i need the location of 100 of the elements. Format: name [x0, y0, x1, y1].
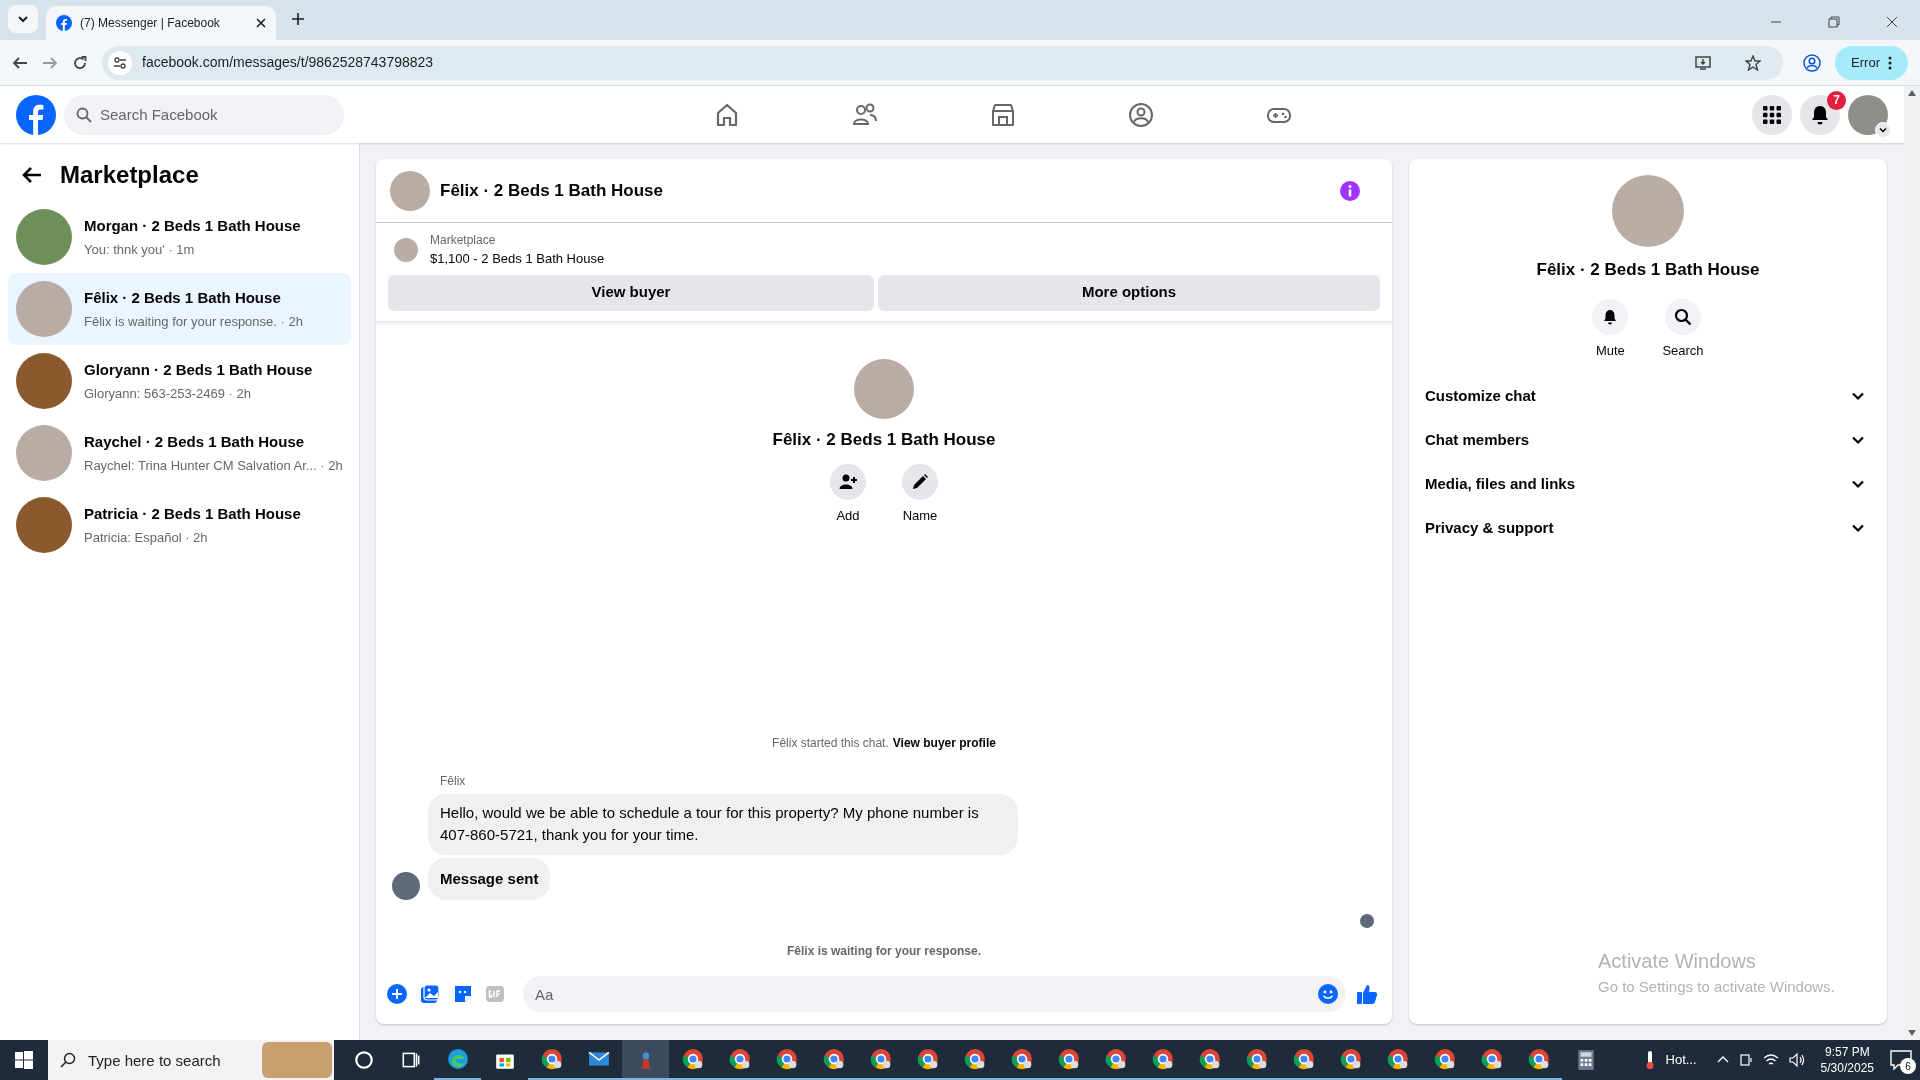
activation-title: Activate Windows [1598, 949, 1757, 974]
facebook-logo-icon [16, 94, 56, 135]
browser-icon [963, 1048, 986, 1070]
notification-count: 6 [1900, 1058, 1916, 1074]
sender-name: Fêlix [440, 772, 466, 790]
conversation-name: Raychel · 2 Beds 1 Bath House [84, 431, 306, 452]
conversation-name: Morgan · 2 Beds 1 Bath House [84, 215, 301, 236]
profile-error-button[interactable]: Error [1835, 45, 1908, 80]
plus-icon [291, 12, 305, 26]
more-vertical-icon [1888, 55, 1892, 70]
address-bar[interactable]: facebook.com/messages/t/9862528743798823 [102, 45, 1784, 80]
bell-icon [1810, 104, 1830, 125]
search-field[interactable]: Search Facebook [64, 94, 344, 135]
search-icon [60, 1052, 76, 1068]
weather-text: Hot... [1665, 1051, 1697, 1070]
browser-icon [1198, 1048, 1221, 1070]
conversation-item[interactable]: Morgan · 2 Beds 1 Bath House You: thnk you' · 1m [8, 201, 351, 273]
photo-icon [420, 984, 440, 1004]
browser-icon [822, 1048, 845, 1070]
browser-icon [1057, 1048, 1080, 1070]
conversation-item[interactable]: Gloryann · 2 Beds 1 Bath House Gloryann: 563-253-2469 · 2h [8, 345, 351, 417]
sidebar-title: Marketplace [60, 160, 199, 190]
tab-search-button[interactable] [8, 5, 38, 33]
photo-placeholder [392, 872, 420, 900]
details-action-button[interactable] [1592, 298, 1629, 335]
conversation-name: Patricia · 2 Beds 1 Bath House [84, 503, 301, 524]
forward-arrow-icon [42, 54, 58, 71]
browser-icon [869, 1048, 892, 1070]
message-input[interactable]: Aa [523, 976, 1346, 1012]
chevron-down-icon [17, 13, 29, 25]
activation-subtitle: Go to Settings to activate Windows. [1598, 977, 1835, 997]
conversation-preview: You: thnk you' · 1m [84, 241, 196, 259]
action-label: Mute [1595, 341, 1625, 360]
browser-icon [916, 1048, 939, 1070]
menu-button[interactable] [1752, 94, 1792, 135]
tab-title: (7) Messenger | Facebook [80, 15, 221, 32]
conversation-name: Gloryann · 2 Beds 1 Bath House [84, 359, 313, 380]
details-title: Fêlix · 2 Beds 1 Bath House [1536, 259, 1760, 281]
browser-icon [728, 1048, 751, 1070]
site-settings-icon [113, 55, 127, 70]
url-text: facebook.com/messages/t/9862528743798823 [142, 53, 435, 72]
notifications-icon [1890, 1050, 1912, 1070]
browser-icon [1245, 1048, 1268, 1070]
action-label: Name [902, 507, 938, 525]
search-icon [76, 106, 92, 123]
star-icon [1745, 54, 1762, 71]
windows-logo-icon [15, 1051, 33, 1069]
conversation-item[interactable]: Fêlix · 2 Beds 1 Bath House Fêlix is waiting for your response. · 2h [8, 273, 351, 345]
pencil-icon [911, 473, 929, 491]
intro-title: Fêlix · 2 Beds 1 Bath House [772, 428, 996, 451]
browser-icon [775, 1048, 798, 1070]
browser-icon [1010, 1048, 1033, 1070]
action-button[interactable]: More options [878, 274, 1380, 311]
action-label: Search [1662, 341, 1704, 360]
browser-icon [1433, 1048, 1456, 1070]
avatar[interactable] [1848, 94, 1888, 135]
close-icon [256, 18, 266, 28]
conversation-preview: Fêlix is waiting for your response. · 2h [84, 313, 303, 331]
waiting-text: Fêlix is waiting for your response. [786, 943, 981, 960]
details-action-button[interactable] [1665, 298, 1701, 335]
conversation-item[interactable]: Raychel · 2 Beds 1 Bath House Raychel: Trina Hunter CM Salvation Ar... · 2h [8, 417, 351, 489]
browser-icon [540, 1048, 563, 1070]
thumbs-up-icon [1356, 983, 1378, 1005]
groups-icon [1127, 100, 1155, 129]
clock-date: 5/30/2025 [1820, 1060, 1874, 1076]
conversation-item[interactable]: Patricia · 2 Beds 1 Bath House Patricia: Español · 2h [8, 489, 351, 561]
circle-icon [352, 1049, 375, 1071]
scroll-up-icon [1908, 90, 1916, 96]
scroll-down-icon [1908, 1030, 1916, 1036]
bell-icon [1602, 308, 1619, 325]
sticker-icon [453, 984, 473, 1004]
intro-action-button[interactable] [830, 464, 866, 500]
facebook-logo-icon [56, 15, 72, 31]
listing-title: $1,100 - 2 Beds 1 Bath House [430, 250, 605, 268]
notifications-button[interactable] [1800, 94, 1840, 135]
photo-placeholder [394, 237, 418, 262]
browser-icon [681, 1048, 704, 1070]
plus-icon [387, 984, 407, 1004]
message-bubble: Message sent [428, 857, 551, 900]
browser-icon [1386, 1048, 1409, 1070]
browser-icon [1480, 1048, 1503, 1070]
info-icon [1340, 180, 1360, 201]
action-button[interactable]: View buyer [388, 274, 874, 311]
section-header[interactable]: Chat members [1421, 418, 1875, 462]
notification-badge: 7 [1827, 90, 1846, 110]
close-icon [1886, 16, 1898, 28]
clock-time: 9:57 PM [1824, 1044, 1870, 1060]
profile-icon [1803, 53, 1822, 72]
intro-action-button[interactable] [902, 464, 938, 500]
browser-icon [1292, 1048, 1315, 1070]
thermometer-icon [1643, 1050, 1656, 1070]
volume-icon [1788, 1053, 1805, 1067]
section-header[interactable]: Media, files and links [1421, 462, 1875, 506]
browser-icon [1339, 1048, 1362, 1070]
conversation-name: Fêlix · 2 Beds 1 Bath House [84, 287, 282, 308]
photo-placeholder [390, 170, 430, 211]
view-buyer-profile-link[interactable]: View buyer profile [892, 733, 996, 752]
section-header[interactable]: Customize chat [1421, 374, 1875, 418]
section-header[interactable]: Privacy & support [1421, 506, 1875, 550]
browser-tab[interactable]: (7) Messenger | Facebook [46, 6, 276, 40]
